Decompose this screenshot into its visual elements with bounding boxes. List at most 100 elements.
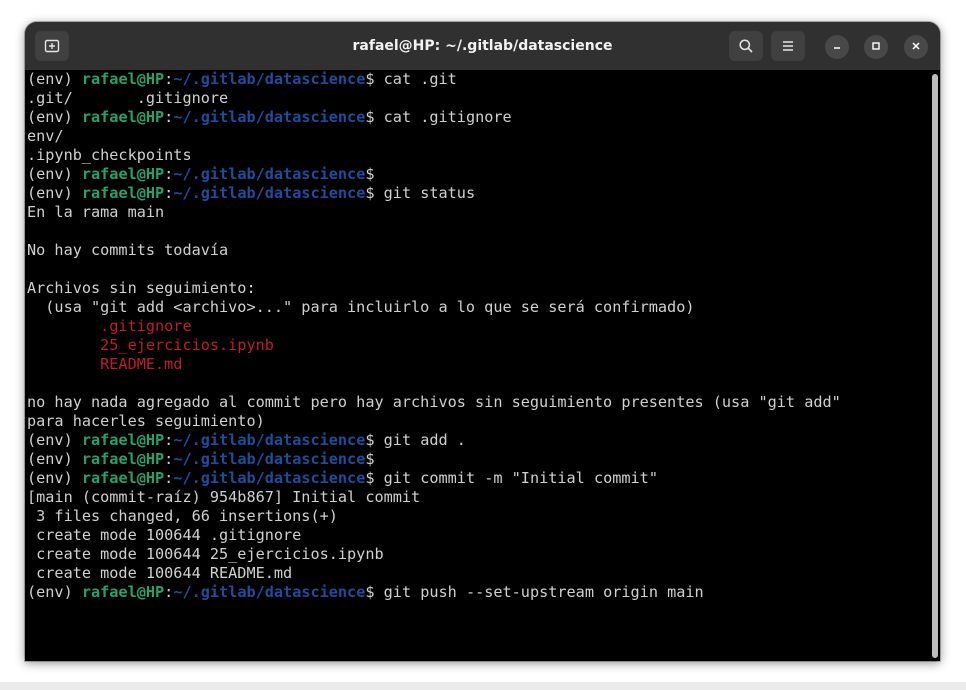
terminal-output[interactable]: (env) rafael@HP:~/.gitlab/datascience$ c… <box>27 70 841 602</box>
command-text: cat .git <box>383 70 457 88</box>
maximize-button[interactable] <box>864 35 888 59</box>
command-text: git push --set-upstream origin main <box>383 583 704 601</box>
output-text: para hacerles seguimiento) <box>27 412 265 430</box>
untracked-file-name: .gitignore <box>27 317 192 335</box>
prompt-env: (env) <box>27 108 82 126</box>
prompt-line: (env) rafael@HP:~/.gitlab/datascience$ g… <box>27 184 841 203</box>
output-line: env/ <box>27 127 841 146</box>
prompt-dollar: $ <box>365 450 384 468</box>
search-icon <box>738 38 754 54</box>
output-line: .ipynb_checkpoints <box>27 146 841 165</box>
prompt-colon: : <box>164 165 174 183</box>
output-text: no hay nada agregado al commit pero hay … <box>27 393 841 411</box>
command-text: git add . <box>383 431 466 449</box>
terminal-area[interactable]: (env) rafael@HP:~/.gitlab/datascience$ c… <box>25 70 940 661</box>
prompt-user-host: rafael@HP <box>81 108 165 126</box>
prompt-line: (env) rafael@HP:~/.gitlab/datascience$ c… <box>27 108 841 127</box>
output-text: No hay commits todavía <box>27 241 229 259</box>
output-text: create mode 100644 25_ejercicios.ipynb <box>27 545 384 563</box>
untracked-file-line: .gitignore <box>27 317 841 336</box>
prompt-dollar: $ <box>365 165 384 183</box>
prompt-env: (env) <box>27 431 82 449</box>
prompt-dollar: $ <box>365 583 384 601</box>
output-text: env/ <box>27 127 64 145</box>
prompt-line: (env) rafael@HP:~/.gitlab/datascience$ <box>27 450 841 469</box>
output-text: .ipynb_checkpoints <box>27 146 192 164</box>
output-text: Archivos sin seguimiento: <box>27 279 256 297</box>
desktop-background-strip <box>0 682 966 690</box>
untracked-file-line: 25_ejercicios.ipynb <box>27 336 841 355</box>
prompt-dollar: $ <box>365 70 384 88</box>
prompt-env: (env) <box>27 583 82 601</box>
prompt-user-host: rafael@HP <box>81 165 165 183</box>
hamburger-menu-icon <box>781 40 795 52</box>
minimize-button[interactable] <box>825 35 849 59</box>
close-button[interactable] <box>904 35 928 59</box>
output-text: (usa "git add <archivo>..." para incluir… <box>27 298 695 316</box>
untracked-file-name: 25_ejercicios.ipynb <box>27 336 274 354</box>
close-icon <box>911 38 921 56</box>
prompt-dollar: $ <box>365 469 384 487</box>
output-line: (usa "git add <archivo>..." para incluir… <box>27 298 841 317</box>
prompt-line: (env) rafael@HP:~/.gitlab/datascience$ g… <box>27 431 841 450</box>
minimize-icon <box>832 38 842 56</box>
output-line: Archivos sin seguimiento: <box>27 279 841 298</box>
scrollbar[interactable] <box>932 74 938 658</box>
command-text: git status <box>383 184 476 202</box>
prompt-colon: : <box>164 583 174 601</box>
command-text: cat .gitignore <box>383 108 512 126</box>
new-tab-button[interactable] <box>35 31 69 61</box>
prompt-line: (env) rafael@HP:~/.gitlab/datascience$ <box>27 165 841 184</box>
menu-button[interactable] <box>771 31 805 61</box>
prompt-dollar: $ <box>365 184 384 202</box>
title-bar[interactable]: rafael@HP: ~/.gitlab/datascience <box>25 22 940 70</box>
prompt-dollar: $ <box>365 108 384 126</box>
untracked-file-name: README.md <box>27 355 183 373</box>
prompt-path: ~/.gitlab/datascience <box>173 431 366 449</box>
prompt-user-host: rafael@HP <box>81 184 165 202</box>
prompt-env: (env) <box>27 450 82 468</box>
prompt-env: (env) <box>27 184 82 202</box>
prompt-path: ~/.gitlab/datascience <box>173 165 366 183</box>
new-tab-icon <box>44 38 60 54</box>
prompt-colon: : <box>164 108 174 126</box>
output-text: 3 files changed, 66 insertions(+) <box>27 507 338 525</box>
output-line: create mode 100644 .gitignore <box>27 526 841 545</box>
output-text: create mode 100644 .gitignore <box>27 526 302 544</box>
prompt-user-host: rafael@HP <box>81 469 165 487</box>
prompt-user-host: rafael@HP <box>81 450 165 468</box>
output-text: En la rama main <box>27 203 165 221</box>
prompt-line: (env) rafael@HP:~/.gitlab/datascience$ g… <box>27 583 841 602</box>
prompt-env: (env) <box>27 70 82 88</box>
search-button[interactable] <box>729 31 763 61</box>
prompt-path: ~/.gitlab/datascience <box>173 583 366 601</box>
untracked-file-line: README.md <box>27 355 841 374</box>
prompt-colon: : <box>164 450 174 468</box>
output-line: 3 files changed, 66 insertions(+) <box>27 507 841 526</box>
prompt-user-host: rafael@HP <box>81 583 165 601</box>
prompt-path: ~/.gitlab/datascience <box>173 450 366 468</box>
maximize-icon <box>871 38 881 56</box>
output-line: No hay commits todavía <box>27 241 841 260</box>
prompt-env: (env) <box>27 165 82 183</box>
prompt-colon: : <box>164 70 174 88</box>
command-text: git commit -m "Initial commit" <box>383 469 658 487</box>
output-line: no hay nada agregado al commit pero hay … <box>27 393 841 412</box>
output-line: [main (commit-raíz) 954b867] Initial com… <box>27 488 841 507</box>
output-text: create mode 100644 README.md <box>27 564 293 582</box>
prompt-path: ~/.gitlab/datascience <box>173 108 366 126</box>
prompt-colon: : <box>164 469 174 487</box>
prompt-user-host: rafael@HP <box>81 431 165 449</box>
output-text: .git/ .gitignore <box>27 89 229 107</box>
output-line: create mode 100644 README.md <box>27 564 841 583</box>
prompt-user-host: rafael@HP <box>81 70 165 88</box>
output-line: En la rama main <box>27 203 841 222</box>
prompt-colon: : <box>164 431 174 449</box>
prompt-colon: : <box>164 184 174 202</box>
prompt-path: ~/.gitlab/datascience <box>173 184 366 202</box>
prompt-dollar: $ <box>365 431 384 449</box>
output-line: create mode 100644 25_ejercicios.ipynb <box>27 545 841 564</box>
